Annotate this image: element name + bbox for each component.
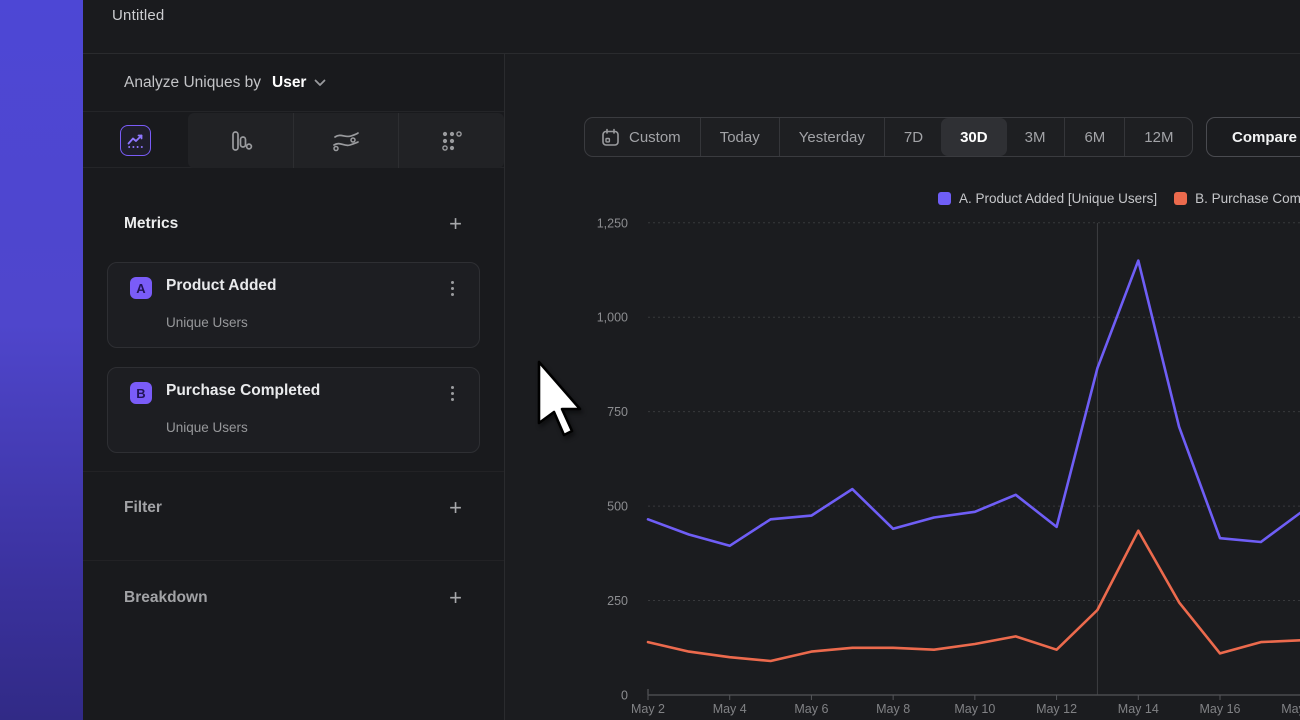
x-axis-tick-label: May 16 <box>1199 702 1240 716</box>
y-axis-tick-label: 1,000 <box>597 311 628 325</box>
chart-type-tabs <box>83 112 504 168</box>
x-axis-tick-label: May 10 <box>954 702 995 716</box>
y-axis-tick-label: 1,250 <box>597 216 628 230</box>
compare-button[interactable]: Compare <box>1206 117 1300 157</box>
analyze-row: Analyze Uniques by User <box>83 54 504 112</box>
y-axis-tick-label: 500 <box>607 500 628 514</box>
range-3m[interactable]: 3M <box>1006 118 1065 156</box>
kebab-menu-icon[interactable] <box>443 275 461 301</box>
mouse-cursor <box>536 360 586 442</box>
metric-badge-b: B <box>130 382 152 404</box>
x-axis-tick-label: May 4 <box>713 702 747 716</box>
chart-type-tab-group <box>188 113 504 168</box>
flows-icon <box>332 129 360 153</box>
line-chart-icon <box>120 125 151 156</box>
y-axis-tick-label: 250 <box>607 594 628 608</box>
top-bar: Untitled <box>83 0 1300 54</box>
decorative-gradient-strip <box>0 0 83 720</box>
range-30d-selected[interactable]: 30D <box>941 118 1007 156</box>
chevron-down-icon[interactable] <box>314 79 326 87</box>
breakdown-header: Breakdown + <box>124 588 462 608</box>
series-line-a[interactable] <box>648 261 1300 546</box>
metric-subtitle[interactable]: Unique Users <box>166 315 248 330</box>
y-axis-tick-label: 750 <box>607 405 628 419</box>
add-breakdown-button[interactable]: + <box>449 588 462 608</box>
analyze-label: Analyze Uniques by <box>124 74 261 92</box>
range-7d[interactable]: 7D <box>884 118 942 156</box>
metric-card-a[interactable]: A Product Added Unique Users <box>107 262 480 348</box>
metric-name[interactable]: Product Added <box>166 277 277 295</box>
add-filter-button[interactable]: + <box>449 498 462 518</box>
range-label: Custom <box>629 129 681 146</box>
metric-badge-a: A <box>130 277 152 299</box>
filter-header: Filter + <box>124 498 462 518</box>
metric-card-b[interactable]: B Purchase Completed Unique Users <box>107 367 480 453</box>
tab-line-chart[interactable] <box>83 112 188 168</box>
range-today[interactable]: Today <box>700 118 779 156</box>
section-divider <box>83 471 504 472</box>
app-window: Untitled Analyze Uniques by User <box>0 0 1300 720</box>
date-range-picker: Custom Today Yesterday 7D 30D 3M 6M 12M <box>584 117 1193 157</box>
x-axis-tick-label: May 14 <box>1118 702 1159 716</box>
report-title[interactable]: Untitled <box>112 7 164 24</box>
filter-title: Filter <box>124 499 162 517</box>
x-axis-tick-label: May 2 <box>631 702 665 716</box>
kebab-menu-icon[interactable] <box>443 380 461 406</box>
add-metric-button[interactable]: + <box>449 214 462 234</box>
calendar-icon <box>601 128 620 147</box>
range-12m[interactable]: 12M <box>1124 118 1192 156</box>
x-axis-tick-label: May 8 <box>876 702 910 716</box>
metrics-title: Metrics <box>124 215 178 233</box>
tab-flows[interactable] <box>293 113 399 168</box>
chart-canvas[interactable]: 0 250 500 750 1,000 1,250 May 2 May 4 May 6 May 8… <box>505 170 1300 720</box>
query-sidebar: Analyze Uniques by User <box>83 54 505 720</box>
grid-dots-icon <box>439 128 465 154</box>
breakdown-title: Breakdown <box>124 589 208 607</box>
x-axis-tick-label: May 6 <box>794 702 828 716</box>
x-axis-tick-label: May 18 <box>1281 702 1300 716</box>
x-axis-tick-label: May 12 <box>1036 702 1077 716</box>
section-divider <box>83 560 504 561</box>
bar-chart-icon <box>227 128 253 154</box>
metric-name[interactable]: Purchase Completed <box>166 382 320 400</box>
range-6m[interactable]: 6M <box>1064 118 1124 156</box>
line-chart[interactable]: 0 250 500 750 1,000 1,250 May 2 May 4 May 6 May 8… <box>505 170 1300 720</box>
y-axis-tick-label: 0 <box>621 689 628 703</box>
chart-panel: Custom Today Yesterday 7D 30D 3M 6M 12M … <box>505 54 1300 720</box>
metrics-header: Metrics + <box>124 214 462 234</box>
analyze-value-dropdown[interactable]: User <box>272 74 306 92</box>
tab-bar-chart[interactable] <box>188 113 293 168</box>
range-custom[interactable]: Custom <box>585 118 700 156</box>
tab-grid-metrics[interactable] <box>398 113 504 168</box>
range-yesterday[interactable]: Yesterday <box>779 118 884 156</box>
series-line-b[interactable] <box>648 531 1300 661</box>
metric-subtitle[interactable]: Unique Users <box>166 420 248 435</box>
